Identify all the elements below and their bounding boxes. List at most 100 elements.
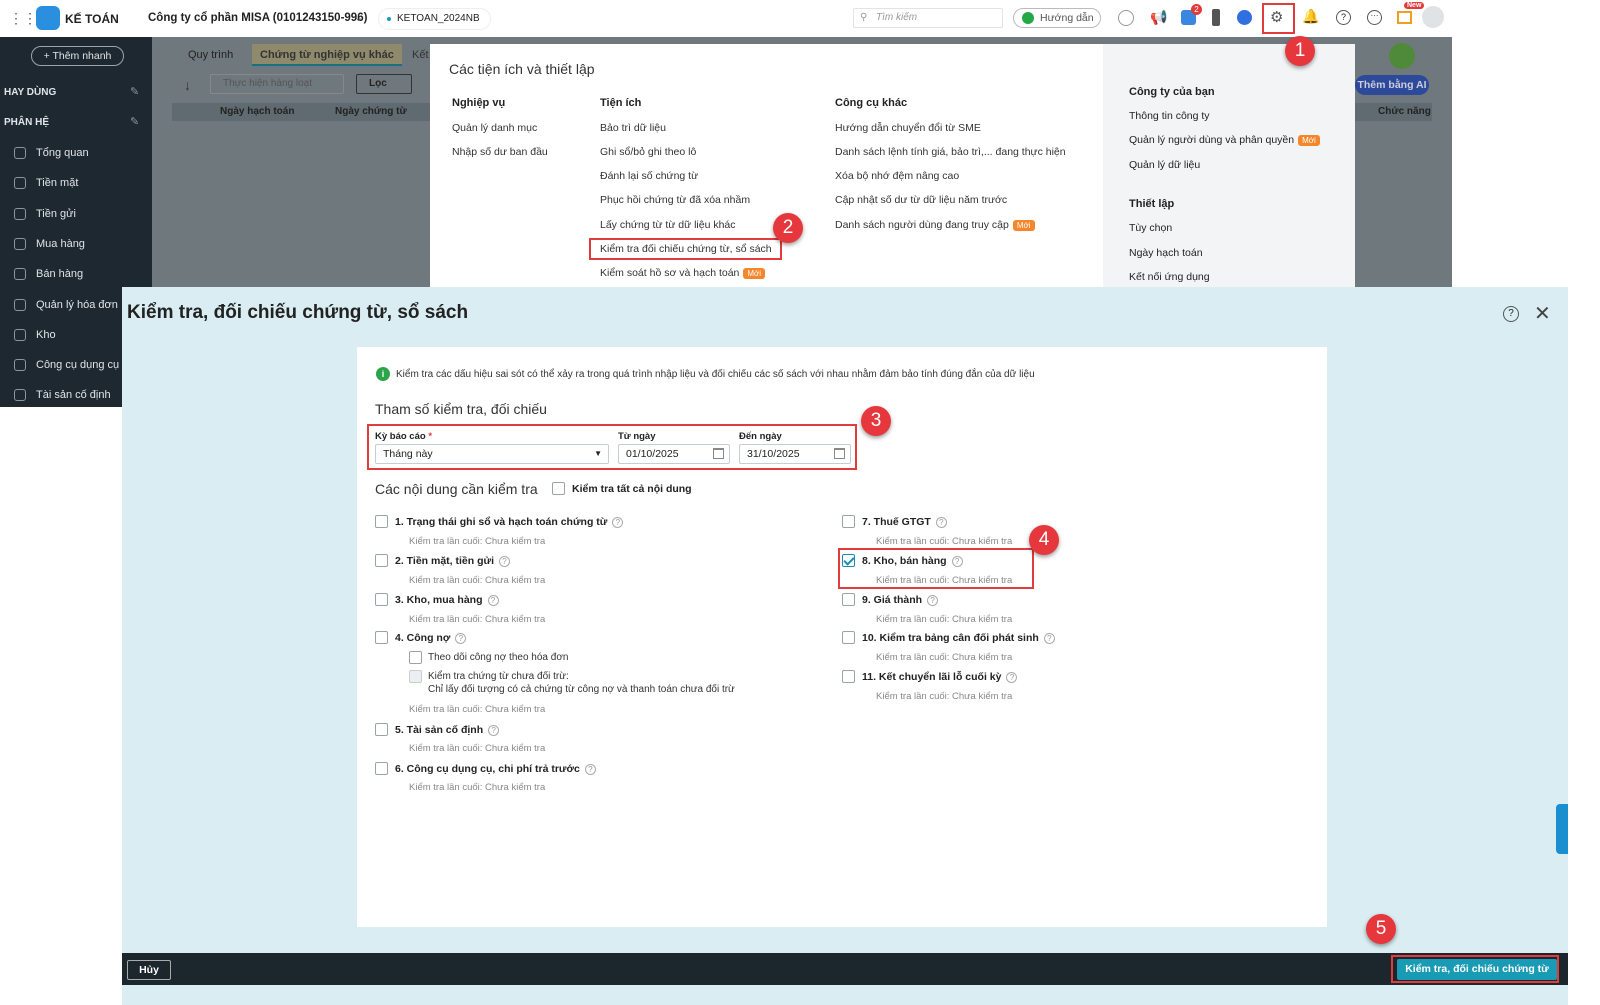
item-6-checkbox[interactable] [375,762,388,775]
menu-item[interactable]: Xóa bộ nhớ đệm nâng cao [835,170,959,182]
to-date-input[interactable]: 31/10/2025 [739,444,851,464]
menu-item[interactable]: Quản lý danh mục [452,122,537,134]
search-input[interactable]: ⚲ Tìm kiếm [853,8,1003,28]
item-4-checkbox[interactable] [375,631,388,644]
debt-by-invoice-label[interactable]: Theo dõi công nợ theo hóa đơn [428,652,568,663]
cancel-button[interactable]: Hủy [127,960,171,980]
from-date-input[interactable]: 01/10/2025 [618,444,730,464]
help-icon[interactable]: ? [1336,10,1351,25]
help-icon[interactable]: ? [499,555,511,567]
menu-item[interactable]: Quản lý dữ liệu [1129,159,1200,171]
sidebar-item-deposit[interactable]: Tiền gửi [14,208,76,220]
item-7-checkbox[interactable] [842,515,855,528]
help-icon[interactable]: ? [455,632,467,644]
menu-item[interactable]: Tùy chọn [1129,222,1172,234]
help-icon[interactable]: ? [584,763,596,775]
help-icon[interactable]: ? [951,555,963,567]
edit-icon[interactable]: ✎ [130,115,139,128]
sidebar-item-assets[interactable]: Tài sản cố định [14,389,111,401]
lightbulb-icon[interactable] [1389,43,1415,69]
menu-item[interactable]: Ngày hạch toán [1129,247,1203,259]
edit-icon[interactable]: ✎ [130,85,139,98]
check-reconcile-button[interactable]: Kiểm tra, đối chiếu chứng từ [1397,959,1557,980]
col-posting-date[interactable]: Ngày hạch toán [220,106,294,117]
help-icon[interactable]: ? [1503,306,1519,322]
col-voucher-date[interactable]: Ngày chứng từ [335,106,407,117]
menu-item[interactable]: Bảo trì dữ liệu [600,122,666,134]
chevron-down-icon[interactable]: ⌄ [354,11,363,24]
close-icon[interactable]: ✕ [1534,301,1551,326]
megaphone-icon[interactable]: 📢 [1150,9,1167,26]
period-select[interactable]: Tháng này ▼ [375,444,609,464]
item-10-checkbox[interactable] [842,631,855,644]
database-selector[interactable]: KETOAN_2024NB [378,8,491,30]
item-4-label[interactable]: 4. Công nợ? [395,632,467,644]
debt-by-invoice-checkbox[interactable] [409,651,422,664]
help-icon[interactable]: ? [487,594,499,606]
item-2-checkbox[interactable] [375,554,388,567]
menu-item[interactable]: Cập nhật số dư từ dữ liệu năm trước [835,194,1007,206]
help-icon[interactable]: ? [1006,671,1018,683]
menu-item[interactable]: Hướng dẫn chuyển đổi từ SME [835,122,981,134]
item-11-label[interactable]: 11. Kết chuyển lãi lỗ cuối kỳ? [862,671,1018,683]
avatar[interactable] [1422,6,1444,28]
menu-item[interactable]: Phục hồi chứng từ đã xóa nhầm [600,194,750,206]
company-selector[interactable]: Công ty cổ phần MISA (0101243150-996) [148,12,367,24]
sidebar-item-invoice[interactable]: Quản lý hóa đơn [14,299,118,311]
menu-item[interactable]: Ghi sổ/bỏ ghi theo lô [600,146,696,158]
item-5-checkbox[interactable] [375,723,388,736]
add-with-ai-button[interactable]: Thêm bằng AI [1355,75,1429,95]
item-9-label[interactable]: 9. Giá thành? [862,594,939,606]
item-3-label[interactable]: 3. Kho, mua hàng? [395,594,499,606]
menu-item[interactable]: Quản lý người dùng và phân quyền Mới [1129,134,1320,146]
menu-item[interactable]: Thông tin công ty [1129,110,1210,122]
more-icon[interactable]: ··· [1367,10,1382,25]
section-frequent[interactable]: HAY DÙNG [4,87,56,98]
mail-icon[interactable] [1397,11,1412,24]
download-icon[interactable] [1118,10,1134,26]
side-panel-toggle[interactable] [1556,804,1568,854]
chat-icon[interactable] [1237,10,1252,25]
sidebar-item-cash[interactable]: Tiền mặt [14,177,78,189]
item-11-checkbox[interactable] [842,670,855,683]
check-all-label[interactable]: Kiểm tra tất cả nội dung [572,483,692,495]
menu-item-check-reconcile[interactable]: Kiểm tra đối chiếu chứng từ, sổ sách [600,243,772,255]
gear-icon[interactable]: ⚙ [1270,8,1283,26]
item-9-checkbox[interactable] [842,593,855,606]
guide-button[interactable]: Hướng dẫn [1013,8,1101,28]
menu-item[interactable]: Lấy chứng từ từ dữ liệu khác [600,219,736,231]
help-icon[interactable]: ? [927,594,939,606]
item-1-checkbox[interactable] [375,515,388,528]
menu-item[interactable]: Kết nối ứng dụng [1129,271,1210,283]
item-5-label[interactable]: 5. Tài sản cố định? [395,724,500,736]
item-8-label[interactable]: 8. Kho, bán hàng? [862,555,963,567]
mobile-icon[interactable] [1212,9,1220,26]
menu-item[interactable]: Đánh lại số chứng từ [600,170,698,182]
item-2-label[interactable]: 2. Tiền mặt, tiền gửi? [395,555,511,567]
sidebar-item-overview[interactable]: Tổng quan [14,147,89,159]
tab-process[interactable]: Quy trình [180,44,241,66]
batch-action-dropdown[interactable]: Thực hiện hàng loạt [210,74,344,94]
sort-icon[interactable]: ↓ [184,77,191,93]
section-modules[interactable]: PHÂN HỆ [4,117,49,128]
app-grid-icon[interactable]: ⋮⋮ [9,10,37,27]
menu-item[interactable]: Nhập số dư ban đầu [452,146,548,158]
item-6-label[interactable]: 6. Công cụ dụng cụ, chi phí trả trước? [395,763,596,775]
item-10-label[interactable]: 10. Kiểm tra bảng cân đối phát sinh? [862,632,1055,644]
help-icon[interactable]: ? [1043,632,1055,644]
menu-item[interactable]: Kiểm soát hồ sơ và hạch toán Mới [600,267,766,279]
tab-other-vouchers[interactable]: Chứng từ nghiệp vụ khác [252,44,402,66]
check-all-checkbox[interactable] [552,482,565,495]
bell-icon[interactable]: 🔔 [1302,8,1319,25]
menu-item[interactable]: Danh sách lệnh tính giá, bảo trì,... đan… [835,146,1066,158]
filter-button[interactable]: Lọc [356,74,412,94]
quick-add-button[interactable]: + Thêm nhanh [31,46,124,66]
sidebar-item-warehouse[interactable]: Kho [14,329,56,341]
sidebar-item-purchase[interactable]: Mua hàng [14,238,85,250]
sidebar-item-tools[interactable]: Công cụ dụng cụ [14,359,119,371]
item-3-checkbox[interactable] [375,593,388,606]
sidebar-item-sales[interactable]: Bán hàng [14,268,83,280]
calendar-icon[interactable] [834,448,845,459]
help-icon[interactable]: ? [612,516,624,528]
item-8-checkbox[interactable] [842,554,855,567]
